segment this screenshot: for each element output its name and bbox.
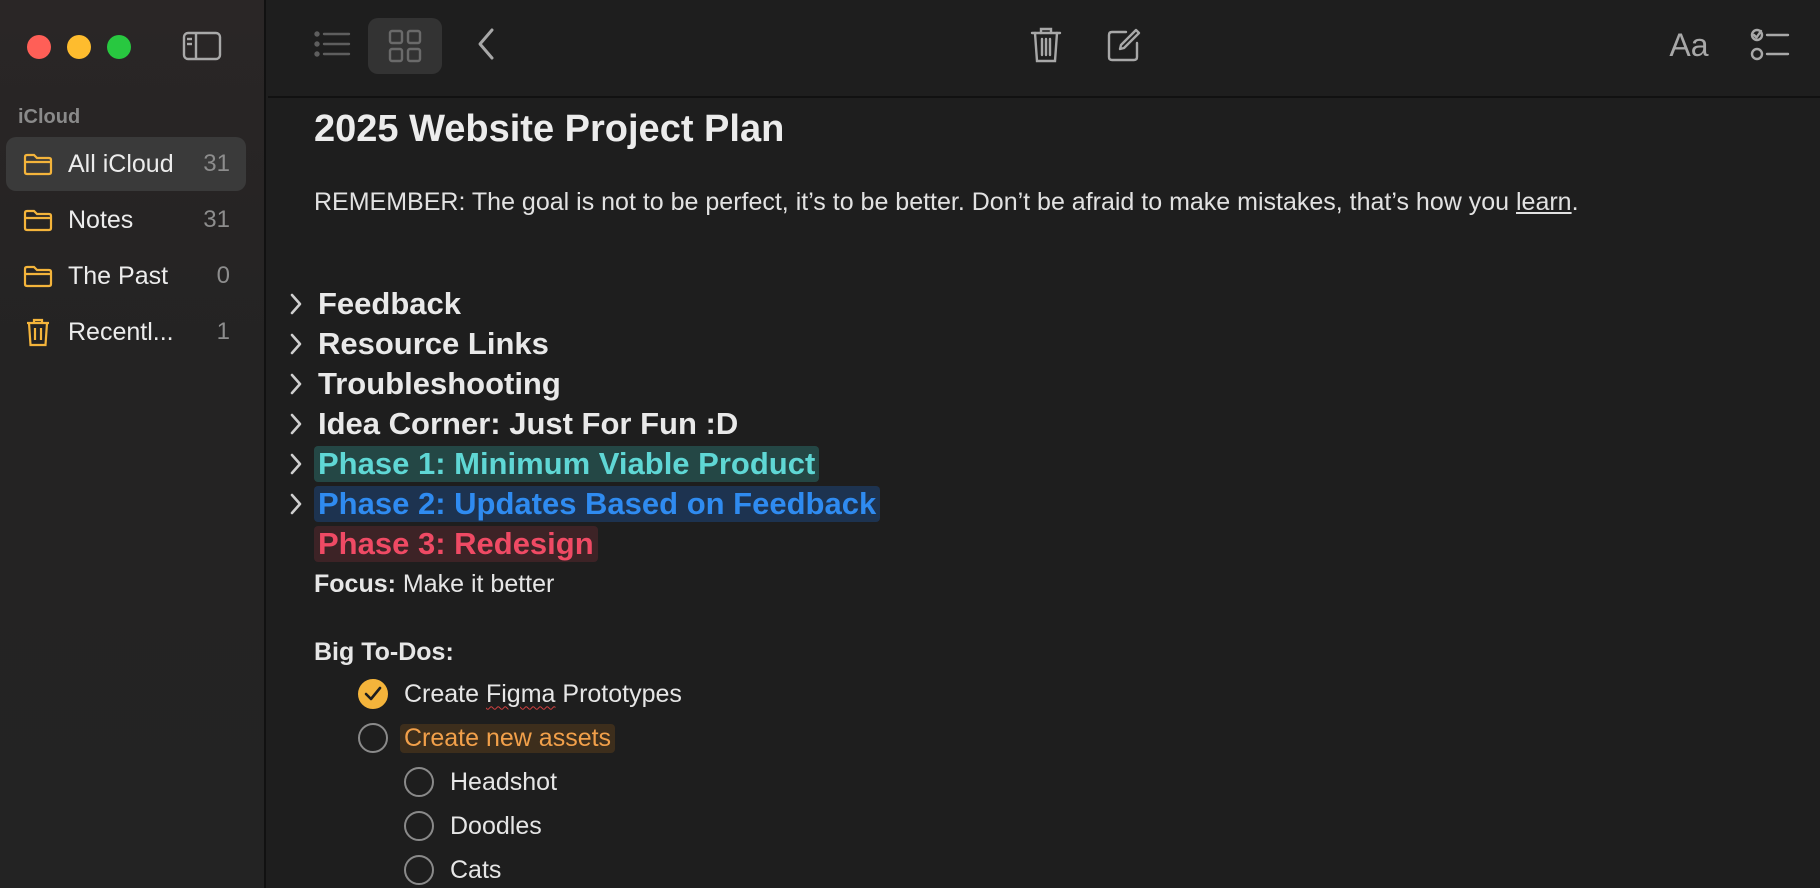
- format-text-button[interactable]: Aa: [1660, 22, 1718, 68]
- section-label-icloud: iCloud: [18, 106, 81, 128]
- folder-list: All iCloud 31 Notes 31 The Past 0 Recent…: [6, 137, 246, 361]
- checkbox-checked[interactable]: [358, 679, 388, 709]
- window-controls: [27, 35, 131, 59]
- note-editor[interactable]: 2025 Website Project Plan REMEMBER: The …: [268, 100, 1820, 888]
- todo-text: Doodles: [450, 811, 542, 840]
- todo-item[interactable]: Create new assets: [358, 718, 616, 758]
- focus-label: Focus:: [314, 570, 396, 598]
- folder-item-all-icloud[interactable]: All iCloud 31: [6, 137, 246, 191]
- misspelled-word[interactable]: Figma: [486, 680, 555, 708]
- section-headings: Feedback Resource Links Troubleshooting …: [268, 284, 881, 564]
- todo-item[interactable]: Create Figma Prototypes: [358, 674, 682, 714]
- zoom-window-button[interactable]: [107, 35, 131, 59]
- trash-icon[interactable]: [1024, 22, 1068, 68]
- minimize-window-button[interactable]: [67, 35, 91, 59]
- remember-text: REMEMBER: The goal is not to be perfect,…: [314, 188, 1516, 216]
- folder-icon: [22, 205, 54, 235]
- heading-phase-3[interactable]: Phase 3: Redesign: [268, 524, 880, 564]
- back-chevron-icon[interactable]: [466, 22, 506, 66]
- sidebar: iCloud All iCloud 31 Notes 31 The Past 0: [0, 0, 266, 888]
- todo-text: Create new assets: [400, 723, 616, 753]
- close-window-button[interactable]: [27, 35, 51, 59]
- folder-name: The Past: [68, 261, 169, 290]
- chevron-right-icon[interactable]: [284, 412, 308, 436]
- folder-item-the-past[interactable]: The Past 0: [6, 249, 246, 303]
- toolbar: Aa: [268, 0, 1820, 98]
- todo-item[interactable]: Cats: [404, 850, 501, 888]
- heading-text: Resource Links: [318, 326, 549, 361]
- checkbox-unchecked[interactable]: [404, 767, 434, 797]
- focus-text: Make it better: [395, 570, 555, 598]
- trash-icon: [22, 317, 54, 347]
- todo-text: Cats: [450, 855, 502, 884]
- sidebar-toggle-icon[interactable]: [182, 30, 222, 62]
- remember-paragraph[interactable]: REMEMBER: The goal is not to be perfect,…: [314, 188, 1579, 217]
- checkbox-unchecked[interactable]: [404, 855, 434, 885]
- folder-item-notes[interactable]: Notes 31: [6, 193, 246, 247]
- folder-count: 0: [216, 262, 230, 289]
- heading-feedback[interactable]: Feedback: [268, 284, 880, 324]
- heading-idea-corner[interactable]: Idea Corner: Just For Fun :D: [268, 404, 880, 444]
- note-title[interactable]: 2025 Website Project Plan: [314, 108, 784, 151]
- folder-count: 31: [203, 206, 230, 233]
- folder-icon: [22, 261, 54, 291]
- todo-text: Headshot: [450, 767, 558, 796]
- checkbox-unchecked[interactable]: [404, 811, 434, 841]
- compose-icon[interactable]: [1102, 22, 1146, 68]
- todo-text: Create Figma Prototypes: [404, 679, 682, 708]
- heading-text: Phase 1: Minimum Viable Product: [314, 446, 820, 482]
- chevron-right-icon[interactable]: [284, 452, 308, 476]
- heading-text: Phase 3: Redesign: [314, 526, 598, 562]
- heading-text: Troubleshooting: [318, 366, 561, 401]
- checkbox-unchecked[interactable]: [358, 723, 388, 753]
- folder-name: All iCloud: [68, 149, 174, 178]
- heading-text: Idea Corner: Just For Fun :D: [318, 406, 739, 441]
- folder-item-recently-deleted[interactable]: Recentl... 1: [6, 305, 246, 359]
- heading-phase-2[interactable]: Phase 2: Updates Based on Feedback: [268, 484, 881, 524]
- folder-name: Recentl...: [68, 317, 174, 346]
- todo-item[interactable]: Doodles: [404, 806, 542, 846]
- folder-count: 1: [216, 318, 230, 345]
- folder-count: 31: [203, 150, 230, 177]
- heading-text: Phase 2: Updates Based on Feedback: [314, 486, 881, 522]
- chevron-right-icon[interactable]: [284, 292, 308, 316]
- checklist-icon[interactable]: [1746, 22, 1794, 68]
- chevron-right-icon[interactable]: [284, 332, 308, 356]
- heading-phase-1[interactable]: Phase 1: Minimum Viable Product: [268, 444, 880, 484]
- chevron-right-icon[interactable]: [284, 492, 308, 516]
- list-view-icon[interactable]: [308, 22, 358, 66]
- learn-link[interactable]: learn: [1516, 188, 1572, 216]
- remember-end: .: [1571, 188, 1579, 216]
- heading-troubleshooting[interactable]: Troubleshooting: [268, 364, 880, 404]
- chevron-right-icon[interactable]: [284, 372, 308, 396]
- gallery-view-icon[interactable]: [368, 18, 442, 74]
- folder-name: Notes: [68, 205, 134, 234]
- todo-item[interactable]: Headshot: [404, 762, 557, 802]
- focus-line[interactable]: Focus: Make it better: [314, 570, 554, 599]
- heading-text: Feedback: [318, 286, 462, 321]
- folder-icon: [22, 149, 54, 179]
- todos-label: Big To-Dos:: [314, 638, 454, 666]
- heading-resource-links[interactable]: Resource Links: [268, 324, 880, 364]
